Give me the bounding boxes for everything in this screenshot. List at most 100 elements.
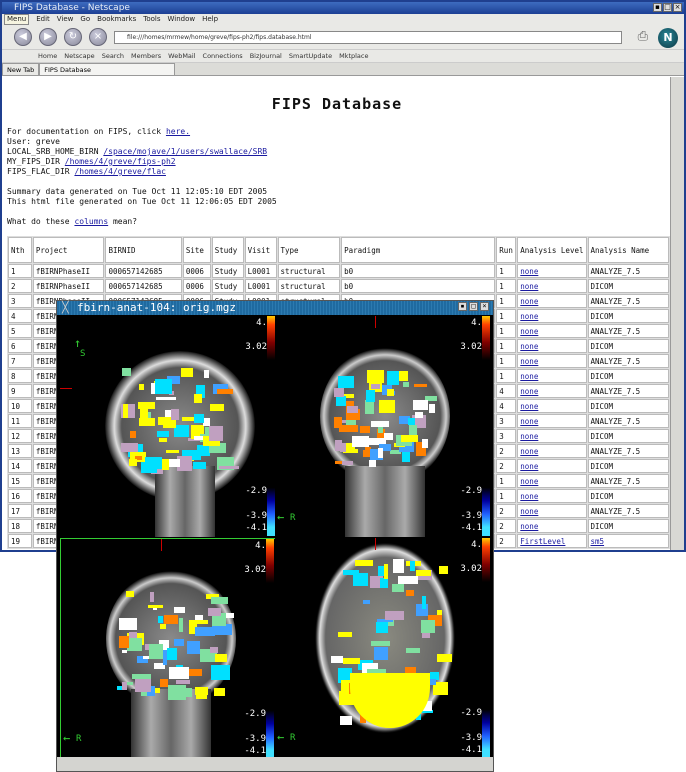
vertical-scrollbar[interactable] bbox=[670, 77, 684, 550]
activation-blob bbox=[159, 678, 169, 688]
activation-blob bbox=[194, 413, 205, 423]
analysis-level-link[interactable]: none bbox=[520, 312, 538, 321]
analysis-level-link[interactable]: none bbox=[520, 282, 538, 291]
activation-blob bbox=[363, 599, 371, 604]
menu-item-tools[interactable]: Tools bbox=[143, 14, 160, 25]
srb-link[interactable]: /space/mojave/1/users/swallace/SRB bbox=[103, 147, 267, 156]
minimize-button[interactable]: ▪ bbox=[653, 3, 662, 12]
analysis-level-link[interactable]: none bbox=[520, 447, 538, 456]
activation-blob bbox=[342, 460, 353, 465]
stop-icon[interactable]: × bbox=[89, 28, 107, 46]
activation-blob bbox=[129, 459, 137, 467]
activation-blob bbox=[375, 622, 389, 633]
activation-blob bbox=[195, 687, 208, 695]
bookmark-smartupdate[interactable]: SmartUpdate bbox=[289, 50, 332, 62]
menu-item-bookmarks[interactable]: Bookmarks bbox=[97, 14, 136, 25]
analysis-level-link[interactable]: none bbox=[520, 402, 538, 411]
doc-link[interactable]: here. bbox=[166, 127, 190, 136]
bookmark-connections[interactable]: Connections bbox=[203, 50, 243, 62]
activation-blob bbox=[121, 368, 132, 376]
url-input[interactable]: file:///homes/mrmew/home/greve/fips-ph2/… bbox=[114, 31, 622, 44]
table-cell: structural bbox=[277, 279, 341, 293]
fips-dir-label: MY_FIPS_DIR bbox=[7, 157, 65, 166]
table-cell: 16 bbox=[8, 489, 32, 503]
column-header: Run bbox=[496, 237, 517, 263]
analysis-level-link[interactable]: none bbox=[520, 372, 538, 381]
analysis-level-link[interactable]: none bbox=[520, 492, 538, 501]
table-cell: ANALYZE_7.5 bbox=[587, 414, 669, 428]
analysis-level-link[interactable]: none bbox=[520, 417, 538, 426]
analysis-level-link[interactable]: none bbox=[520, 477, 538, 486]
bookmark-members[interactable]: Members bbox=[131, 50, 161, 62]
colorbar-label-pos-max: 4. bbox=[471, 540, 482, 550]
analysis-level-link[interactable]: none bbox=[520, 387, 538, 396]
colorbar-label-pos-min: 3.02 bbox=[460, 342, 482, 352]
tab-fips-database[interactable]: FIPS Database bbox=[39, 63, 176, 75]
analysis-level-link[interactable]: none bbox=[520, 342, 538, 351]
close-button[interactable]: × bbox=[673, 3, 682, 12]
analysis-level-link[interactable]: none bbox=[520, 522, 538, 531]
print-icon[interactable]: ⎙ bbox=[638, 29, 648, 44]
bookmark-search[interactable]: Search bbox=[102, 50, 124, 62]
column-header: Type bbox=[277, 237, 341, 263]
table-cell: b0 bbox=[341, 279, 496, 293]
activation-blob bbox=[162, 425, 176, 429]
fips-dir-link[interactable]: /homes/4/greve/fips-ph2 bbox=[65, 157, 176, 166]
menu-item-menu[interactable]: Menu bbox=[4, 14, 30, 25]
activation-blob bbox=[143, 655, 149, 660]
activation-blob bbox=[368, 459, 377, 467]
activation-blob bbox=[155, 688, 160, 694]
reload-icon[interactable]: ↻ bbox=[64, 28, 82, 46]
activation-blob bbox=[346, 405, 359, 414]
activation-blob bbox=[170, 409, 180, 421]
analysis-level-link[interactable]: none bbox=[520, 357, 538, 366]
viewer-maximize-button[interactable]: □ bbox=[469, 302, 478, 311]
column-header: Paradigm bbox=[341, 237, 496, 263]
analysis-level-link[interactable]: none bbox=[520, 462, 538, 471]
back-icon[interactable]: ◀ bbox=[14, 28, 32, 46]
analysis-level-link[interactable]: FirstLevel bbox=[520, 537, 565, 546]
view-pane-sagittal[interactable]: 4. 3.02 -2.9 -3.9 -4.1 S ↑ bbox=[60, 316, 277, 537]
forward-icon[interactable]: ▶ bbox=[39, 28, 57, 46]
activation-blob bbox=[203, 418, 211, 426]
bookmark-bizjournal[interactable]: BizJournal bbox=[250, 50, 282, 62]
columns-link[interactable]: columns bbox=[74, 217, 108, 226]
viewer-minimize-button[interactable]: ▪ bbox=[458, 302, 467, 311]
bookmark-mktplace[interactable]: Mktplace bbox=[339, 50, 368, 62]
view-pane-axial[interactable]: 4. 3.02 -2.9 -3.9 -4.1 R ← bbox=[275, 538, 492, 759]
table-cell: 1 bbox=[8, 264, 32, 278]
bookmark-home[interactable]: Home bbox=[38, 50, 57, 62]
table-cell: DICOM bbox=[587, 339, 669, 353]
analysis-name-link[interactable]: sm5 bbox=[591, 537, 605, 546]
colorbar-label-neg-min: -2.9 bbox=[460, 708, 482, 718]
activation-blob bbox=[338, 632, 353, 637]
table-cell: DICOM bbox=[587, 489, 669, 503]
menu-item-window[interactable]: Window bbox=[168, 14, 196, 25]
tab-new-tab[interactable]: New Tab bbox=[2, 63, 40, 75]
bookmark-netscape[interactable]: Netscape bbox=[64, 50, 94, 62]
flac-dir-link[interactable]: /homes/4/greve/flac bbox=[74, 167, 166, 176]
menu-item-help[interactable]: Help bbox=[202, 14, 218, 25]
analysis-level-link[interactable]: none bbox=[520, 267, 538, 276]
analysis-level-link[interactable]: none bbox=[520, 297, 538, 306]
analysis-level-link[interactable]: none bbox=[520, 327, 538, 336]
view-pane-coronal-top[interactable]: 4. 3.02 -2.9 -3.9 -4.1 R ← bbox=[275, 316, 492, 537]
colorbar-label-neg-max: -4.1 bbox=[245, 523, 267, 533]
menu-item-go[interactable]: Go bbox=[80, 14, 90, 25]
table-cell: 1 bbox=[496, 339, 517, 353]
analysis-level-link[interactable]: none bbox=[520, 432, 538, 441]
menu-item-edit[interactable]: Edit bbox=[36, 14, 50, 25]
activation-blob bbox=[371, 383, 380, 389]
maximize-button[interactable]: □ bbox=[663, 3, 672, 12]
viewer-titlebar[interactable]: ╳ fbirn-anat-104: orig.mgz ▪ □ × bbox=[57, 301, 493, 315]
bookmark-webmail[interactable]: WebMail bbox=[168, 50, 195, 62]
menu-item-view[interactable]: View bbox=[57, 14, 74, 25]
analysis-level-link[interactable]: none bbox=[520, 507, 538, 516]
activation-blob bbox=[122, 682, 128, 691]
table-cell: 8 bbox=[8, 369, 32, 383]
table-cell: 3 bbox=[496, 414, 517, 428]
view-pane-coronal-bottom[interactable]: 4. 3.02 -2.9 -3.9 -4.1 R ← bbox=[60, 538, 277, 759]
colorbar-label-neg-mid: -3.9 bbox=[460, 733, 482, 743]
activation-blob bbox=[219, 465, 239, 470]
viewer-close-button[interactable]: × bbox=[480, 302, 489, 311]
